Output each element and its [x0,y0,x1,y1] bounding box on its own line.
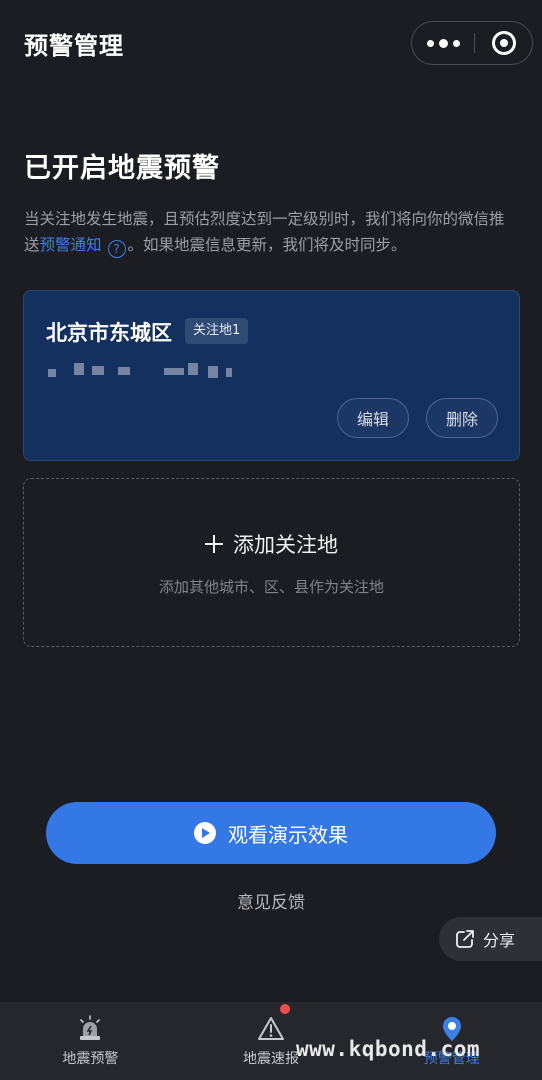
tab-earthquake-alert[interactable]: 地震预警 [0,1002,181,1080]
delete-button[interactable]: 删除 [426,398,498,438]
section-title: 已开启地震预警 [24,153,220,184]
more-options-icon[interactable] [412,22,474,64]
share-button[interactable]: 分享 [439,917,542,961]
mini-program-capsule [411,21,533,65]
add-location-card[interactable]: 添加关注地 添加其他城市、区、县作为关注地 [23,478,520,647]
watch-demo-label: 观看演示效果 [228,822,348,847]
tab-label: 地震预警 [62,1051,119,1067]
close-mini-program-icon[interactable] [475,22,533,64]
watch-demo-button[interactable]: 观看演示效果 [46,802,496,864]
help-icon[interactable]: ? [107,240,126,258]
add-location-row: 添加关注地 [24,529,519,559]
notification-dot [279,1004,290,1014]
page-title: 预警管理 [24,32,124,60]
play-icon [194,822,216,844]
redacted-address [46,363,236,378]
location-card: 北京市东城区 关注地1 编辑 删除 [23,290,520,461]
feedback-link[interactable]: 意见反馈 [0,888,542,913]
tab-label: 地震速报 [243,1051,299,1067]
edit-button[interactable]: 编辑 [337,398,409,438]
location-city: 北京市东城区 [46,321,172,345]
watermark: www.kqbond.com [296,1037,481,1061]
location-badge: 关注地1 [185,318,249,344]
share-label: 分享 [483,931,516,950]
alarm-icon [80,1015,101,1040]
add-location-title: 添加关注地 [233,533,338,557]
header-bar: 预警管理 [0,0,542,86]
share-icon [456,930,474,948]
add-location-subtitle: 添加其他城市、区、县作为关注地 [158,578,384,596]
alert-description: 当关注地发生地震，且预估烈度达到一定级别时，我们将向你的微信推送预警通知? 。如果… [24,206,518,258]
warning-triangle-icon [258,1017,284,1040]
alert-notice-link[interactable]: 预警通知 [40,236,102,254]
plus-icon [205,535,223,553]
description-text-2: 。如果地震信息更新，我们将及时同步。 [127,236,407,254]
